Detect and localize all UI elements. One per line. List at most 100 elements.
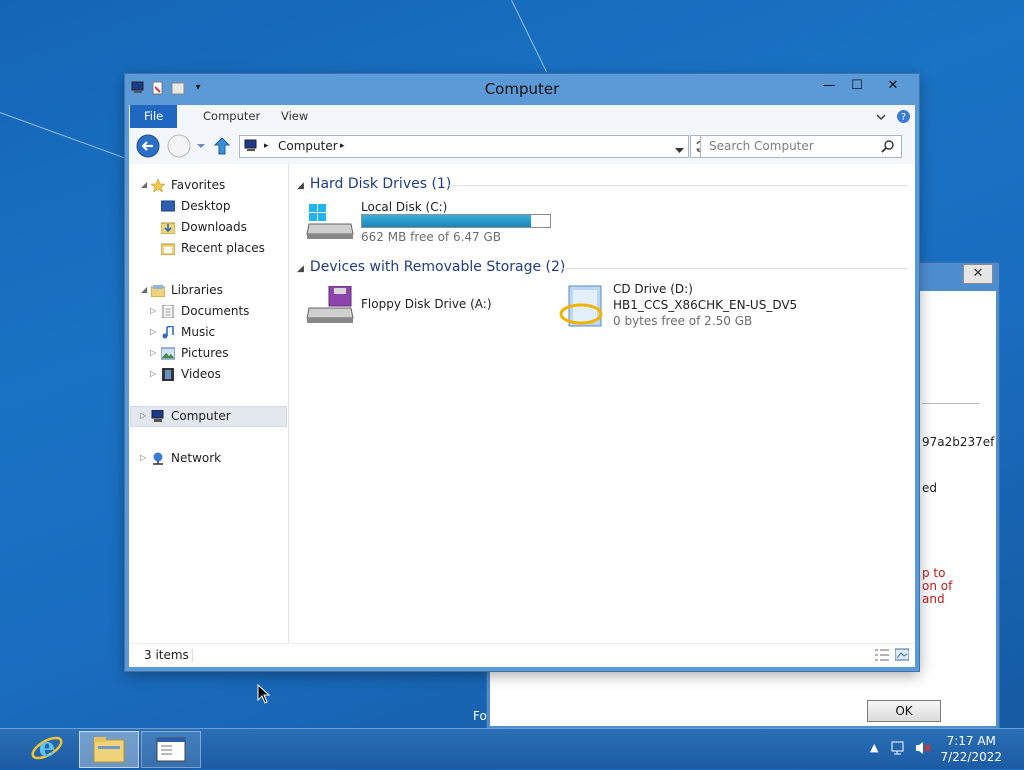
nav-music-label: Music <box>181 325 216 339</box>
drive-free-space: 662 MB free of 6.47 GB <box>361 230 502 244</box>
group-hard-disks-label: Hard Disk Drives (1) <box>309 176 452 192</box>
drive-floppy-a[interactable]: Floppy Disk Drive (A:) <box>305 284 545 328</box>
clock-date: 7/22/2022 <box>940 750 1002 764</box>
collapsed-arrow-icon[interactable]: ▷ <box>150 343 156 363</box>
nav-music[interactable]: ▷ Music <box>150 322 216 342</box>
nav-desktop-label: Desktop <box>181 199 231 213</box>
dialog-close-button[interactable]: ✕ <box>963 264 993 284</box>
new-folder-icon[interactable] <box>171 81 185 95</box>
svg-text:e: e <box>39 733 56 763</box>
documents-icon <box>161 304 175 319</box>
forward-button[interactable] <box>167 134 191 158</box>
group-header-removable[interactable]: ◢ Devices with Removable Storage (2) <box>297 259 565 275</box>
nav-libraries[interactable]: ◢ Libraries <box>141 280 223 300</box>
show-hidden-icons-icon[interactable]: ▲ <box>870 741 878 754</box>
drive-volume-label: HB1_CCS_X86CHK_EN-US_DV5 <box>613 298 798 312</box>
nav-pictures-label: Pictures <box>181 346 229 360</box>
group-collapse-icon[interactable]: ◢ <box>297 264 304 274</box>
search-icon[interactable] <box>881 140 894 156</box>
dialog-id-text: 97a2b237ef <box>922 435 995 449</box>
address-row: ▸ Computer ▸ Search Computer <box>129 129 915 164</box>
large-icons-view-icon[interactable] <box>894 648 910 664</box>
taskbar: e ▲ 7:17 AM 7/22/2022 <box>0 728 1024 769</box>
network-icon <box>151 451 165 465</box>
dialog-warning-line-3: and <box>922 592 945 606</box>
collapsed-arrow-icon[interactable]: ▷ <box>140 406 146 426</box>
collapsed-arrow-icon[interactable]: ▷ <box>150 301 156 321</box>
collapsed-arrow-icon[interactable]: ▷ <box>140 448 146 468</box>
main-area: ◢ Favorites Desktop Downloads Recent pla… <box>129 164 915 644</box>
tab-view[interactable]: View <box>267 105 322 128</box>
close-button[interactable]: ✕ <box>872 76 914 96</box>
folder-icon <box>93 737 125 763</box>
computer-icon <box>244 139 258 156</box>
cd-drive-icon <box>559 282 607 335</box>
nav-pictures[interactable]: ▷ Pictures <box>150 343 229 363</box>
nav-favorites[interactable]: ◢ Favorites <box>141 175 225 195</box>
drive-name: Floppy Disk Drive (A:) <box>361 297 492 311</box>
details-view-icon[interactable] <box>875 649 889 664</box>
dialog-fo-text: Fo <box>473 709 487 723</box>
group-header-hard-disks[interactable]: ◢ Hard Disk Drives (1) <box>297 176 451 192</box>
breadcrumb[interactable]: Computer <box>278 136 338 156</box>
forward-arrow-icon <box>167 134 191 158</box>
network-status-icon[interactable] <box>891 740 907 759</box>
ok-button[interactable]: OK <box>867 700 941 722</box>
chevron-down-icon[interactable] <box>875 111 887 125</box>
volume-muted-icon[interactable] <box>914 740 932 759</box>
nav-network[interactable]: ▷ Network <box>140 448 221 468</box>
computer-icon[interactable] <box>131 81 145 95</box>
address-dropdown-icon[interactable] <box>675 143 684 157</box>
nav-documents[interactable]: ▷ Documents <box>150 301 249 321</box>
nav-downloads-label: Downloads <box>181 220 247 234</box>
collapsed-arrow-icon[interactable]: ▷ <box>150 364 156 384</box>
collapsed-arrow-icon[interactable]: ▷ <box>150 322 156 342</box>
maximize-button[interactable]: ☐ <box>844 76 870 96</box>
search-input[interactable]: Search Computer <box>700 135 902 158</box>
status-bar: 3 items <box>129 643 915 667</box>
taskbar-file-explorer-button[interactable] <box>79 731 139 768</box>
properties-icon[interactable] <box>151 81 165 95</box>
status-divider <box>192 649 193 662</box>
nav-computer[interactable]: ▷ Computer <box>140 406 231 426</box>
tab-computer[interactable]: Computer <box>189 105 274 128</box>
tab-file[interactable]: File <box>130 105 178 128</box>
pictures-icon <box>160 346 176 360</box>
back-button[interactable] <box>136 134 160 158</box>
breadcrumb-separator-icon[interactable]: ▸ <box>264 137 269 155</box>
nav-desktop[interactable]: Desktop <box>160 196 231 216</box>
desktop-icon <box>160 199 176 212</box>
libraries-icon <box>150 283 166 298</box>
drive-cd-d[interactable]: CD Drive (D:) HB1_CCS_X86CHK_EN-US_DV5 0… <box>559 282 819 332</box>
nav-downloads[interactable]: Downloads <box>160 217 247 237</box>
expanded-arrow-icon[interactable]: ◢ <box>141 280 147 300</box>
address-bar[interactable]: ▸ Computer ▸ <box>239 135 689 158</box>
drive-name: CD Drive (D:) <box>613 282 693 296</box>
group-collapse-icon[interactable]: ◢ <box>297 181 304 191</box>
nav-recent-places-label: Recent places <box>181 241 265 255</box>
nav-computer-label: Computer <box>171 409 231 423</box>
up-arrow-icon[interactable] <box>213 137 231 158</box>
music-icon <box>161 325 175 339</box>
minimize-button[interactable]: — <box>816 76 842 96</box>
qat-dropdown-icon[interactable]: ▾ <box>191 81 205 95</box>
svg-text:?: ? <box>901 112 906 123</box>
help-icon[interactable]: ? <box>896 109 911 127</box>
recent-locations-icon[interactable] <box>196 140 206 154</box>
back-arrow-icon <box>136 134 160 158</box>
windows-drive-icon <box>305 204 357 243</box>
drive-local-disk-c[interactable]: Local Disk (C:) 662 MB free of 6.47 GB <box>305 200 565 244</box>
nav-recent-places[interactable]: Recent places <box>160 238 265 258</box>
navigation-pane: ◢ Favorites Desktop Downloads Recent pla… <box>129 164 289 644</box>
dialog-status-text: ed <box>922 481 937 495</box>
ribbon-tab-bar: File Computer View ? <box>129 105 915 129</box>
taskbar-app-button[interactable] <box>141 731 201 768</box>
system-clock[interactable]: 7:17 AM 7/22/2022 <box>940 733 1002 765</box>
internet-explorer-icon[interactable]: e <box>30 731 64 765</box>
nav-videos[interactable]: ▷ Videos <box>150 364 221 384</box>
breadcrumb-chevron-icon[interactable]: ▸ <box>340 137 345 155</box>
expanded-arrow-icon[interactable]: ◢ <box>141 175 147 195</box>
group-removable-label: Devices with Removable Storage (2) <box>309 259 566 275</box>
nav-videos-label: Videos <box>181 367 221 381</box>
dialog-divider <box>922 403 980 404</box>
